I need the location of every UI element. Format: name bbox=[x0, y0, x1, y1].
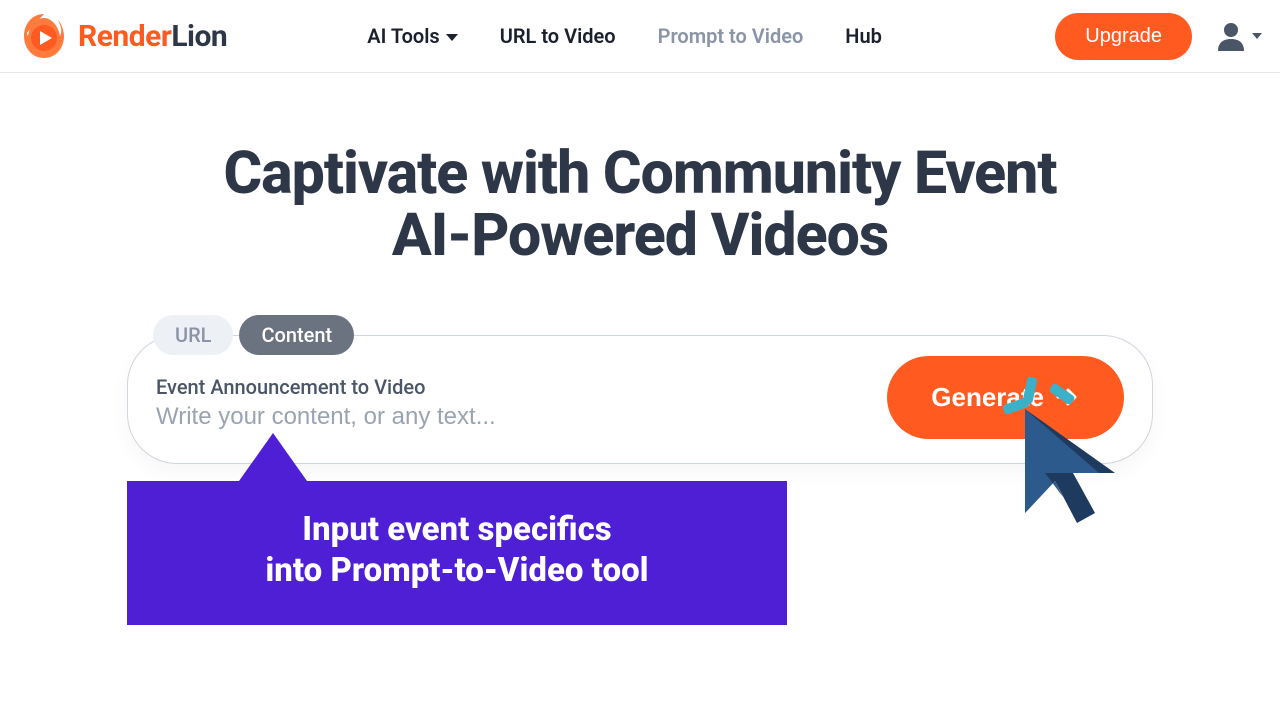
input-label: Event Announcement to Video bbox=[156, 375, 887, 399]
nav-url-to-video[interactable]: URL to Video bbox=[500, 24, 616, 48]
callout: Input event specifics into Prompt-to-Vid… bbox=[127, 433, 787, 626]
logo-icon bbox=[18, 10, 70, 62]
generate-label: Generate bbox=[931, 382, 1044, 413]
user-icon bbox=[1214, 21, 1248, 51]
nav-label: AI Tools bbox=[367, 24, 439, 48]
tab-content[interactable]: Content bbox=[239, 315, 354, 355]
logo-text: RenderLion bbox=[78, 19, 227, 54]
generator-panel: URL Content Event Announcement to Video … bbox=[127, 315, 1153, 464]
chevron-down-icon bbox=[1252, 33, 1262, 39]
header-right: Upgrade bbox=[1055, 13, 1262, 60]
hero: Captivate with Community Event AI-Powere… bbox=[0, 143, 1280, 267]
callout-text: Input event specifics into Prompt-to-Vid… bbox=[167, 509, 747, 592]
nav-label: URL to Video bbox=[500, 24, 616, 48]
generate-button[interactable]: Generate bbox=[887, 356, 1124, 439]
tab-url[interactable]: URL bbox=[153, 315, 233, 355]
nav-label: Prompt to Video bbox=[658, 24, 804, 48]
nav-label: Hub bbox=[845, 24, 882, 48]
callout-pointer bbox=[239, 433, 307, 481]
arrow-right-icon bbox=[1054, 384, 1080, 410]
chevron-down-icon bbox=[446, 34, 458, 41]
header: RenderLion AI Tools URL to Video Prompt … bbox=[0, 0, 1280, 73]
callout-box: Input event specifics into Prompt-to-Vid… bbox=[127, 481, 787, 626]
nav-hub[interactable]: Hub bbox=[845, 24, 882, 48]
logo[interactable]: RenderLion bbox=[18, 10, 227, 62]
page-title: Captivate with Community Event AI-Powere… bbox=[0, 143, 1280, 267]
upgrade-button[interactable]: Upgrade bbox=[1055, 13, 1192, 60]
main-nav: AI Tools URL to Video Prompt to Video Hu… bbox=[367, 24, 882, 48]
nav-prompt-to-video[interactable]: Prompt to Video bbox=[658, 24, 804, 48]
input-area: Event Announcement to Video bbox=[156, 363, 887, 431]
nav-ai-tools[interactable]: AI Tools bbox=[367, 24, 457, 48]
user-menu[interactable] bbox=[1214, 21, 1262, 51]
content-input[interactable] bbox=[156, 403, 887, 431]
input-tabs: URL Content bbox=[153, 315, 1153, 355]
